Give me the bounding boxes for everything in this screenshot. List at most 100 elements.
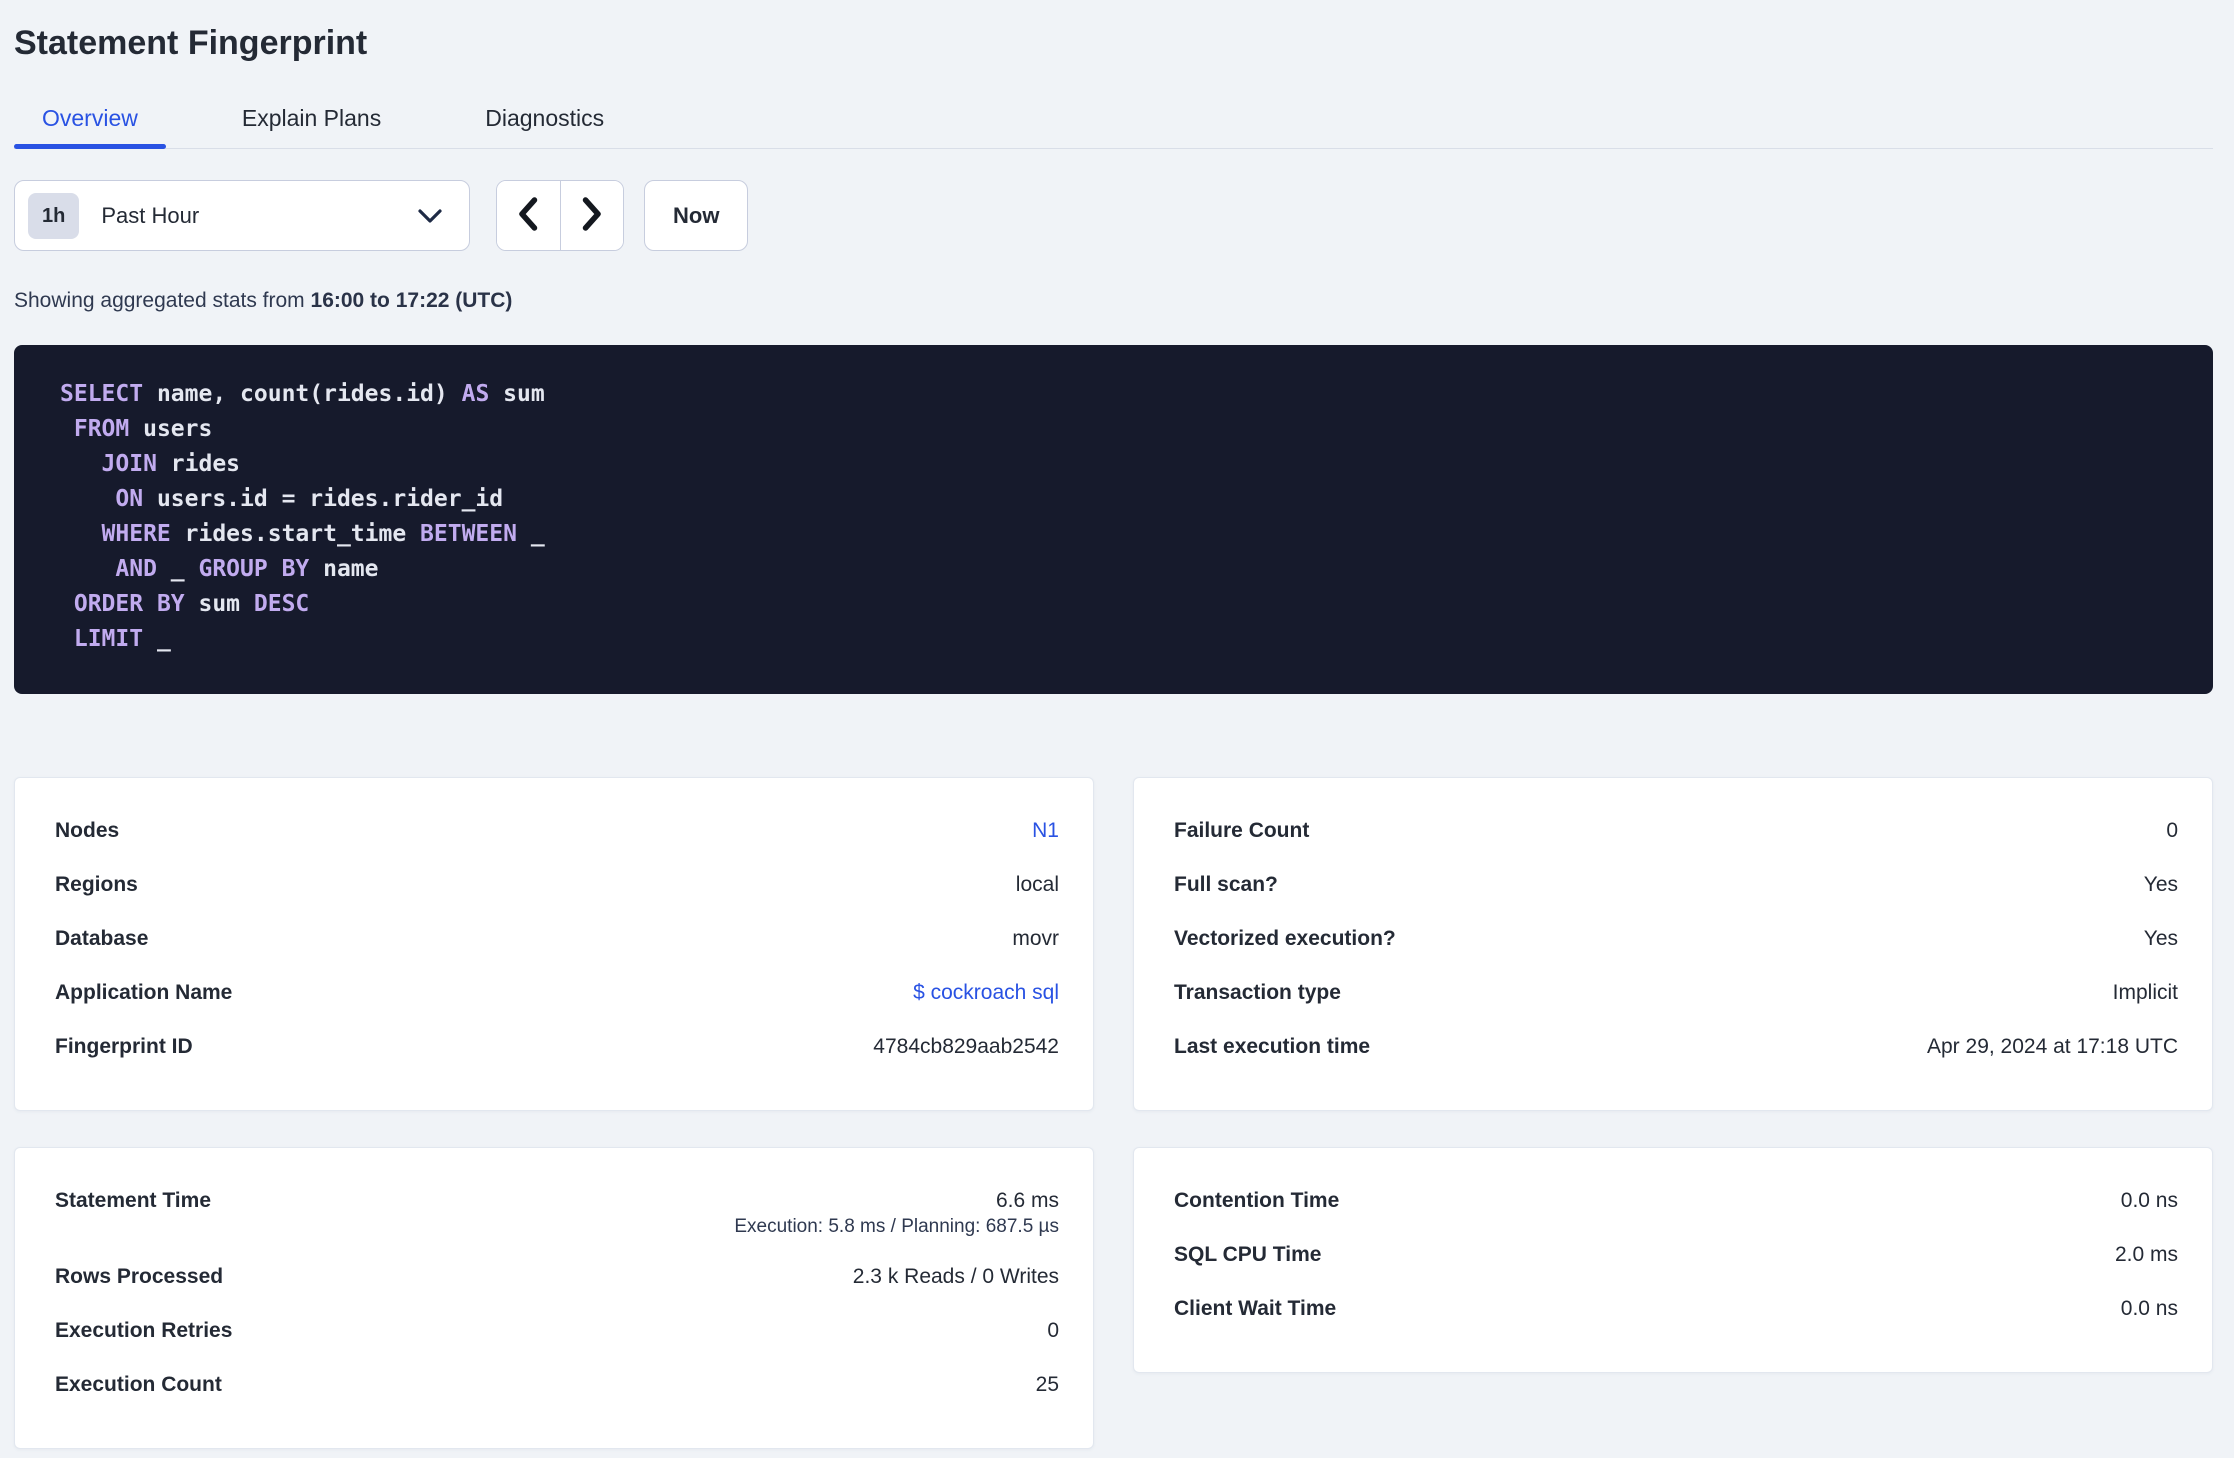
row-value-group: 0 bbox=[1047, 1304, 1059, 1358]
row-value: 4784cb829aab2542 bbox=[873, 1035, 1059, 1058]
row-label: Transaction type bbox=[1174, 981, 1341, 1004]
row-statement-time: Statement Time 6.6 ms Execution: 5.8 ms / … bbox=[55, 1174, 1059, 1250]
row-value-group: 4784cb829aab2542 bbox=[873, 1020, 1059, 1074]
row-value-group: Implicit bbox=[2113, 966, 2178, 1020]
row-label: Statement Time bbox=[55, 1189, 211, 1212]
row-value-group: 6.6 ms Execution: 5.8 ms / Planning: 687.… bbox=[734, 1174, 1059, 1250]
sql-keyword: BETWEEN bbox=[420, 521, 517, 547]
sql-line: LIMIT _ bbox=[60, 622, 2167, 657]
row-value-group: 2.3 k Reads / 0 Writes bbox=[853, 1250, 1059, 1304]
sql-text: users bbox=[129, 416, 213, 442]
row-value-link[interactable]: $ cockroach sql bbox=[913, 981, 1059, 1004]
sql-text: _ bbox=[156, 556, 199, 582]
row-application-name: Application Name $ cockroach sql bbox=[55, 966, 1059, 1020]
row-value: 0 bbox=[2166, 819, 2178, 842]
statement-details-card: Nodes N1 Regions local Database movr Applicati… bbox=[14, 777, 1094, 1111]
tab-label: Overview bbox=[42, 105, 138, 131]
row-value-group: local bbox=[1016, 858, 1059, 912]
row-label: Client Wait Time bbox=[1174, 1297, 1337, 1320]
row-value-group: N1 bbox=[1032, 804, 1059, 858]
sql-line: JOIN rides bbox=[60, 447, 2167, 482]
tab-diagnostics[interactable]: Diagnostics bbox=[457, 106, 632, 148]
row-value-group: 25 bbox=[1036, 1358, 1059, 1412]
row-value: Yes bbox=[2143, 927, 2178, 950]
sql-text: name bbox=[309, 556, 379, 582]
row-value-group: Yes bbox=[2144, 858, 2178, 912]
page-title: Statement Fingerprint bbox=[14, 24, 368, 62]
row-full-scan: Full scan? Yes bbox=[1174, 858, 2178, 912]
aggregated-stats-note: Showing aggregated stats from 16:00 to 1… bbox=[14, 288, 2213, 314]
time-range-badge: 1h bbox=[28, 192, 80, 239]
row-value-group: $ cockroach sql bbox=[913, 966, 1059, 1020]
sql-text: sum bbox=[489, 381, 545, 407]
row-subvalue: Execution: 5.8 ms / Planning: 687.5 µs bbox=[734, 1216, 1059, 1237]
sql-keyword: AND bbox=[115, 556, 157, 582]
row-rows-processed: Rows Processed 2.3 k Reads / 0 Writes bbox=[55, 1250, 1059, 1304]
chevron-left-icon bbox=[517, 196, 539, 235]
tab-label: Diagnostics bbox=[485, 105, 605, 131]
chevron-right-icon bbox=[581, 196, 603, 235]
row-label: Database bbox=[55, 927, 149, 950]
next-time-button[interactable] bbox=[560, 181, 623, 250]
row-value: 25 bbox=[1035, 1373, 1059, 1396]
row-label: Vectorized execution? bbox=[1174, 927, 1396, 950]
sql-line: SELECT name, count(rides.id) AS sum bbox=[60, 377, 2167, 412]
tab-bar: Overview Explain Plans Diagnostics bbox=[14, 106, 2213, 149]
row-value: Yes bbox=[2143, 873, 2178, 896]
sql-keyword: ON bbox=[115, 486, 144, 512]
sql-text: sum bbox=[184, 591, 254, 617]
row-value-group: 0.0 ns bbox=[2121, 1282, 2178, 1336]
row-nodes: Nodes N1 bbox=[55, 804, 1059, 858]
row-value: 0.0 ns bbox=[2120, 1189, 2178, 1212]
row-value: 0 bbox=[1047, 1319, 1059, 1342]
sql-line: WHERE rides.start_time BETWEEN _ bbox=[60, 517, 2167, 552]
sql-keyword: FROM bbox=[73, 416, 130, 442]
row-label: Regions bbox=[55, 873, 138, 896]
execution-attributes-card: Failure Count 0 Full scan? Yes Vectorized ex… bbox=[1133, 777, 2213, 1111]
row-value: 0.0 ns bbox=[2120, 1297, 2178, 1320]
row-value-group: Apr 29, 2024 at 17:18 UTC bbox=[1927, 1020, 2178, 1074]
aggregated-stats-range: 16:00 to 17:22 (UTC) bbox=[310, 289, 513, 312]
now-button[interactable]: Now bbox=[644, 180, 749, 251]
row-label: Full scan? bbox=[1174, 873, 1278, 896]
row-label: Execution Count bbox=[55, 1373, 222, 1396]
row-value: local bbox=[1015, 873, 1059, 896]
row-value: movr bbox=[1012, 927, 1059, 950]
row-value: 2.0 ms bbox=[2114, 1243, 2178, 1266]
time-step-button-group bbox=[496, 180, 624, 251]
sql-keyword: WHERE bbox=[101, 521, 171, 547]
sql-keyword: JOIN bbox=[101, 451, 157, 477]
previous-time-button[interactable] bbox=[497, 181, 561, 250]
sql-text: rides.start_time bbox=[170, 521, 421, 547]
sql-keyword: DESC bbox=[253, 591, 310, 617]
row-label: Contention Time bbox=[1174, 1189, 1340, 1212]
sql-text: users.id = rides.rider_id bbox=[143, 486, 504, 512]
row-transaction-type: Transaction type Implicit bbox=[1174, 966, 2178, 1020]
sql-line: FROM users bbox=[60, 412, 2167, 447]
row-value-link[interactable]: N1 bbox=[1032, 819, 1059, 842]
row-label: Failure Count bbox=[1174, 819, 1310, 842]
sql-text: _ bbox=[516, 521, 545, 547]
sql-line: ON users.id = rides.rider_id bbox=[60, 482, 2167, 517]
row-label: Nodes bbox=[55, 819, 120, 842]
row-label: SQL CPU Time bbox=[1174, 1243, 1322, 1266]
row-label: Rows Processed bbox=[55, 1265, 224, 1288]
row-failure-count: Failure Count 0 bbox=[1174, 804, 2178, 858]
row-value: 6.6 ms bbox=[995, 1189, 1059, 1212]
row-sql-cpu-time: SQL CPU Time 2.0 ms bbox=[1174, 1228, 2178, 1282]
row-client-wait-time: Client Wait Time 0.0 ns bbox=[1174, 1282, 2178, 1336]
row-regions: Regions local bbox=[55, 858, 1059, 912]
row-label: Application Name bbox=[55, 981, 233, 1004]
time-range-picker[interactable]: 1h Past Hour bbox=[14, 180, 470, 251]
tab-explain-plans[interactable]: Explain Plans bbox=[214, 106, 409, 148]
sql-keyword: LIMIT bbox=[73, 626, 144, 652]
sql-keyword: AS bbox=[461, 381, 490, 407]
wait-times-card: Contention Time 0.0 ns SQL CPU Time 2.0 ms C… bbox=[1133, 1147, 2213, 1373]
sql-keyword: GROUP BY bbox=[198, 556, 310, 582]
row-value-group: 0.0 ns bbox=[2121, 1174, 2178, 1228]
statement-fingerprint-page: Statement Fingerprint Overview Explain Pl… bbox=[0, 0, 2234, 1449]
sql-keyword: SELECT bbox=[60, 381, 144, 407]
tab-overview[interactable]: Overview bbox=[14, 105, 166, 149]
